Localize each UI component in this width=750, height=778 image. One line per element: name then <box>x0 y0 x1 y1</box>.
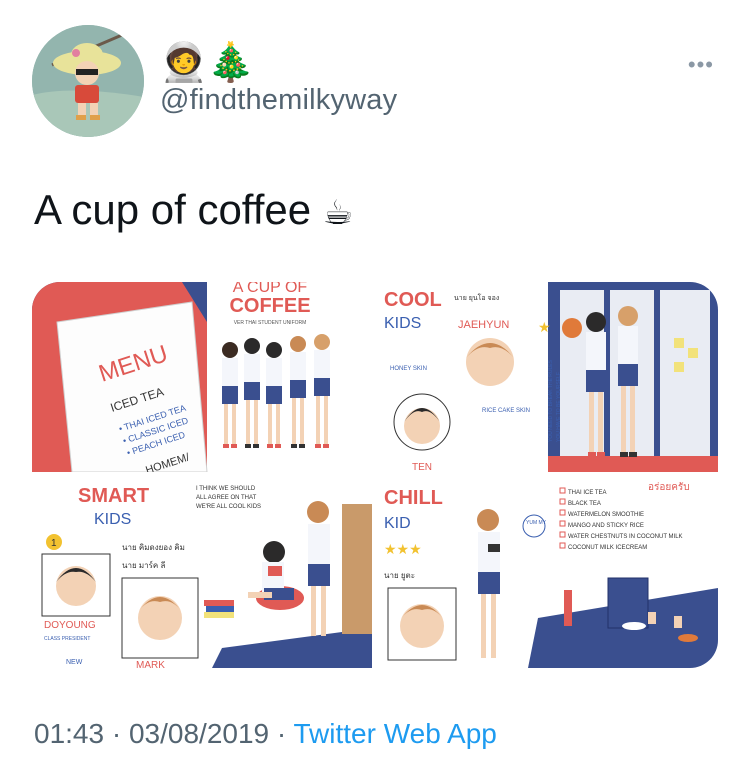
cool-title: COOL <box>384 289 442 311</box>
list-header: อร่อยครับ <box>648 482 690 493</box>
thai-name: นาย ยูตะ <box>384 571 415 581</box>
poster-subtitle: VER THAI STUDENT UNIFORM <box>234 320 307 326</box>
checklist-item-3: WATERMELON SMOOTHIE <box>568 512 644 518</box>
smart-kids-illustration: SMART KIDS 1 นาย คิมดงยอง คิม นาย มาร์ค … <box>32 478 372 668</box>
checklist-item-1: THAI ICE TEA <box>568 490 607 496</box>
checklist-item-2: BLACK TEA <box>568 501 601 507</box>
media-image-4[interactable]: CHILL KID ★★★ นาย ยูตะ YUM MY อร่อยครับ … <box>378 478 718 668</box>
new-label: NEW <box>66 659 83 666</box>
star-icon: ★ <box>538 319 551 335</box>
user-handle[interactable]: @findthemilkyway <box>160 84 397 117</box>
smart-title: SMART <box>78 485 149 507</box>
mark-label: MARK <box>136 660 165 668</box>
thai-name-2: นาย มาร์ค ลี <box>122 560 166 570</box>
poster-title-top: A CUP OF <box>233 282 308 296</box>
chill-title: CHILL <box>384 487 443 509</box>
tweet-text-content: A cup of coffee <box>34 186 312 233</box>
cool-kids-illustration: COOL KIDS นาย ยุนโอ จอง JAEHYUN HONEY SK… <box>378 282 718 472</box>
smart-kids-title: KIDS <box>94 511 131 528</box>
quote-line-1: I THINK WE SHOULD <box>196 486 256 492</box>
tweet-date[interactable]: 03/08/2019 <box>129 718 269 749</box>
tweet-time[interactable]: 01:43 <box>34 718 104 749</box>
thai-name: นาย ยุนโอ จอง <box>454 293 499 302</box>
yummy-bubble: YUM MY <box>526 520 547 526</box>
coffee-emoji: ☕ <box>322 193 354 233</box>
tweet-text: A cup of coffee ☕ <box>34 186 353 237</box>
jaehyun-label: JAEHYUN <box>458 319 509 331</box>
separator-dot-2: · <box>276 718 287 749</box>
menu-poster-illustration: MENU ICED TEA • THAI ICED TEA • CLASSIC … <box>32 282 372 472</box>
separator-dot: · <box>111 718 122 749</box>
tweet-metadata: 01:43 · 03/08/2019 · Twitter Web App <box>34 718 497 750</box>
more-options-icon[interactable]: ••• <box>688 52 714 78</box>
note-rice-cake: RICE CAKE SKIN <box>482 408 530 414</box>
thai-name-1: นาย คิมดงยอง คิม <box>122 543 185 552</box>
checklist-item-5: WATER CHESTNUTS IN COCONUT MILK <box>568 534 683 540</box>
poster-title: COFFEE <box>229 295 310 317</box>
kid-title: KID <box>384 515 411 532</box>
checklist-item-6: COCONUT MILK ICECREAM <box>568 545 647 551</box>
media-image-2[interactable]: COOL KIDS นาย ยุนโอ จอง JAEHYUN HONEY SK… <box>378 282 718 472</box>
stars-icon: ★★★ <box>384 541 422 557</box>
quote-line-2: ALL AGREE ON THAT <box>196 495 257 501</box>
class-president-label: CLASS PRESIDENT <box>44 636 90 642</box>
vertical-caption-2: YOU HAVE TO BE YOURSELF <box>556 372 562 442</box>
avatar[interactable] <box>32 25 144 137</box>
media-grid: MENU ICED TEA • THAI ICED TEA • CLASSIC … <box>32 282 718 668</box>
avatar-illustration <box>32 25 144 137</box>
checklist-item-4: MANGO AND STICKY RICE <box>568 523 644 529</box>
rank-badge: 1 <box>51 538 57 549</box>
chill-kid-illustration: CHILL KID ★★★ นาย ยูตะ YUM MY อร่อยครับ … <box>378 478 718 668</box>
media-image-1[interactable]: MENU ICED TEA • THAI ICED TEA • CLASSIC … <box>32 282 372 472</box>
note-honey-skin: HONEY SKIN <box>390 366 427 372</box>
doyoung-label: DOYOUNG <box>44 620 96 631</box>
vertical-caption-1: YOU NEED TO BREAK THE RULES <box>548 359 554 442</box>
media-image-3[interactable]: SMART KIDS 1 นาย คิมดงยอง คิม นาย มาร์ค … <box>32 478 372 668</box>
kids-title: KIDS <box>384 315 421 332</box>
ten-label: TEN <box>412 462 432 472</box>
quote-line-3: WE'RE ALL COOL KIDS <box>196 504 261 510</box>
display-name-emojis: 🧑‍🚀🎄 <box>160 40 255 84</box>
source-app-link[interactable]: Twitter Web App <box>294 718 497 749</box>
